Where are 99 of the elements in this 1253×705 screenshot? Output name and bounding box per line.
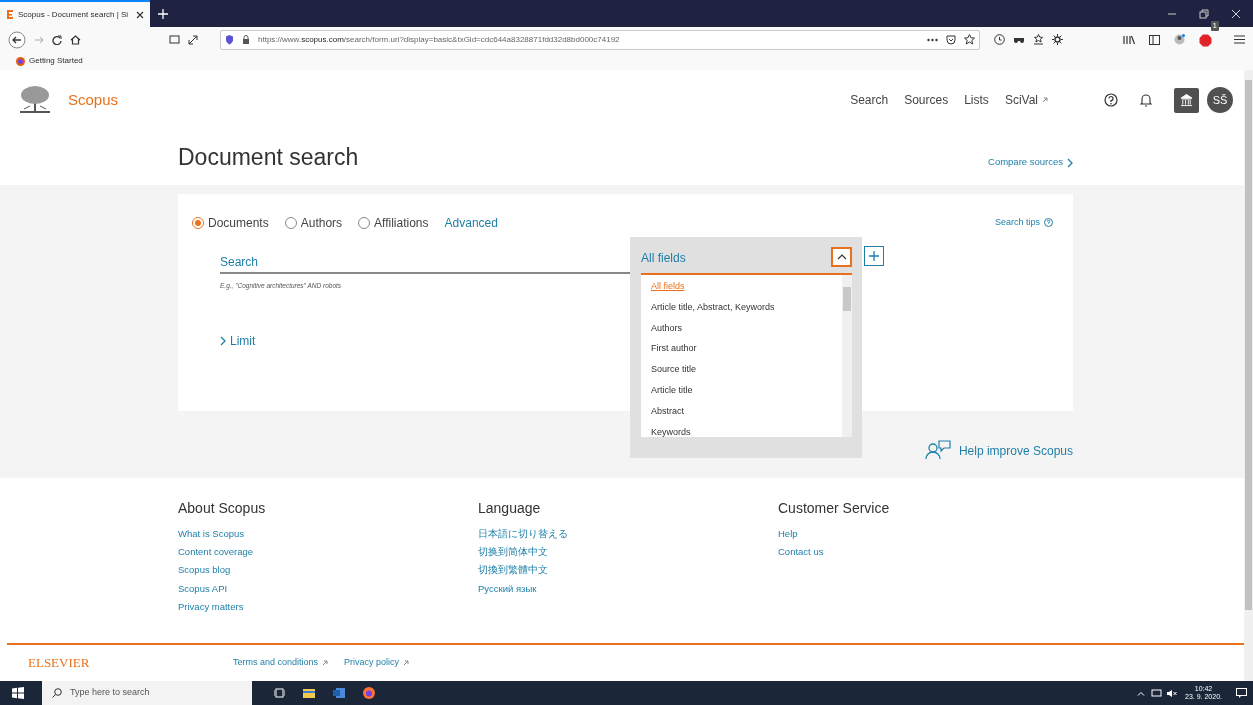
nav-link[interactable]: Search (850, 91, 889, 109)
stop-sign-icon[interactable] (1199, 33, 1212, 47)
field-option[interactable]: Keywords (651, 422, 840, 437)
page-title: Document search (178, 143, 359, 172)
taskbar-search-field[interactable]: Type here to search (42, 681, 252, 705)
windows-start-icon[interactable] (12, 687, 24, 699)
footer-link[interactable]: Contact us (778, 545, 978, 564)
help-icon[interactable] (1104, 93, 1118, 107)
browser-app-icon[interactable] (363, 687, 375, 699)
feedback-icon (924, 440, 951, 460)
gear-icon[interactable] (1052, 34, 1063, 45)
footer-link[interactable]: 日本語に切り替える (478, 526, 778, 546)
brand-name[interactable]: Scopus (68, 88, 119, 112)
radio-label[interactable]: Authors (300, 214, 343, 232)
page-scrollbar[interactable] (1244, 70, 1253, 681)
restore-icon[interactable] (1199, 8, 1209, 19)
footer-link[interactable]: Scopus blog (178, 563, 478, 582)
footer-link[interactable]: 切換到繁體中文 (478, 563, 778, 582)
address-bar[interactable]: https://www.scopus.com/search/form.uri?display=basic&txGid=cdc644a8328871fdd32d8bd000c74192 (220, 29, 980, 50)
notifications-icon[interactable] (1236, 688, 1247, 698)
footer-link[interactable]: Content coverage (178, 545, 478, 564)
field-option[interactable]: Authors (651, 318, 840, 340)
shield-icon (225, 34, 234, 45)
radio-label[interactable]: Affiliations (374, 214, 429, 232)
limit-toggle[interactable]: Limit (220, 332, 256, 350)
publisher-logo[interactable]: ELSEVIER (28, 653, 233, 673)
browser-tab[interactable]: Scopus - Document search | Si (0, 0, 150, 27)
search-tips-link[interactable]: Search tips (994, 216, 1053, 230)
footer-link[interactable]: Privacy matters (178, 600, 478, 619)
building-icon (1180, 93, 1193, 107)
chevron-right-icon (1067, 157, 1073, 168)
user-avatar[interactable]: SŠ (1207, 87, 1233, 113)
close-icon[interactable] (136, 10, 144, 19)
reload-icon[interactable] (52, 34, 62, 45)
footer-heading: Customer Service (778, 500, 891, 517)
star-tray-icon[interactable] (1033, 34, 1044, 45)
nav-link[interactable]: SciVal (1004, 91, 1048, 109)
lock-icon (242, 34, 250, 45)
field-option[interactable]: First author (651, 339, 840, 361)
new-tab-icon[interactable] (158, 8, 168, 19)
help-improve-link[interactable]: Help improve Scopus (924, 440, 1073, 460)
library-icon[interactable] (1123, 34, 1135, 45)
bell-icon[interactable] (1140, 93, 1152, 107)
footer-link[interactable]: Privacy policy (344, 656, 410, 670)
help-icon (1044, 218, 1053, 228)
footer-link[interactable]: Scopus API (178, 581, 478, 600)
external-link-icon (322, 660, 329, 666)
external-link-icon (403, 660, 410, 666)
notification-count: 1 (1210, 20, 1219, 31)
search-field[interactable]: Search (220, 252, 630, 274)
pocket-icon[interactable] (946, 34, 956, 45)
footer-link[interactable]: 切换到简体中文 (478, 545, 778, 564)
field-option[interactable]: Source title (651, 360, 840, 381)
clock-icon[interactable] (994, 34, 1005, 45)
field-option[interactable]: Article title, Abstract, Keywords (651, 297, 840, 319)
speaker-muted-icon[interactable] (1166, 688, 1177, 698)
advanced-search-link[interactable]: Advanced (444, 214, 498, 232)
chevron-right-icon (220, 336, 226, 346)
folder-icon[interactable] (303, 688, 315, 698)
field-option[interactable]: All fields (651, 277, 840, 298)
footer-heading: About Scopus (178, 500, 267, 517)
tree-logo-icon (18, 85, 52, 115)
nav-link[interactable]: Sources (904, 91, 949, 109)
radio-label[interactable]: Documents (208, 214, 269, 232)
field-option[interactable]: Article title (651, 381, 840, 402)
menu-icon[interactable] (1234, 35, 1245, 44)
expand-icon[interactable] (188, 34, 198, 45)
more-icon[interactable] (927, 37, 938, 42)
document-app-icon[interactable] (333, 688, 345, 698)
compare-sources-link[interactable]: Compare sources (988, 155, 1073, 170)
home-icon[interactable] (70, 34, 81, 45)
sidebar-icon[interactable] (1149, 34, 1160, 45)
chevron-up-icon[interactable] (1137, 690, 1145, 696)
search-icon (52, 688, 62, 698)
scrollbar[interactable] (842, 275, 852, 437)
footer-link[interactable]: What is Scopus (178, 526, 478, 546)
footer-heading: Language (478, 500, 542, 517)
back-icon[interactable] (8, 30, 26, 49)
dropdown-toggle[interactable] (831, 247, 852, 267)
site-logo-icon (6, 9, 14, 20)
task-view-icon[interactable] (274, 688, 285, 698)
mask-icon[interactable] (1013, 35, 1025, 44)
account-icon[interactable] (1174, 34, 1185, 45)
field-option[interactable]: Abstract (651, 401, 840, 423)
footer-link[interactable]: Русский язык (478, 581, 778, 600)
add-field-button[interactable] (864, 246, 884, 266)
institution-button[interactable] (1174, 87, 1199, 113)
footer-link[interactable]: Terms and conditions (233, 656, 329, 670)
footer-link[interactable]: Help (778, 526, 978, 546)
plus-icon (869, 251, 879, 261)
globe-icon (16, 56, 25, 66)
chevron-up-icon (836, 254, 847, 260)
selected-field[interactable]: All fields (641, 249, 686, 267)
star-icon[interactable] (964, 34, 975, 45)
nav-link[interactable]: Lists (964, 91, 989, 109)
screenshot-icon[interactable] (169, 34, 180, 45)
bookmark-link[interactable]: Getting Started (16, 55, 83, 67)
network-icon[interactable] (1151, 688, 1162, 698)
external-link-icon (1042, 97, 1048, 103)
